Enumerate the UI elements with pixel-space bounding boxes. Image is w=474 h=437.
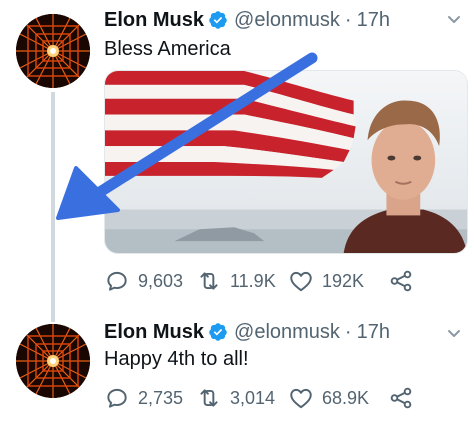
heart-icon [288,385,314,411]
heart-icon [288,268,314,294]
timestamp[interactable]: 17h [357,9,390,32]
author-name[interactable]: Elon Musk [104,9,204,32]
photo [105,71,467,253]
retweet-icon [196,385,222,411]
avatar[interactable] [16,14,90,88]
avatar-image [16,324,90,398]
like-button[interactable]: 68.9K [288,385,388,411]
tweet[interactable]: Elon Musk @elonmusk · 17h Bless America [0,0,474,322]
tweet-actions: 2,735 3,014 68.9K [104,382,444,414]
chevron-down-icon[interactable] [446,10,462,30]
tweet-text: Bless America [104,38,231,60]
verified-badge-icon [208,322,228,342]
like-count: 68.9K [322,387,370,408]
avatar[interactable] [16,324,90,398]
tweet-header: Elon Musk @elonmusk · 17h [104,318,390,346]
chevron-down-icon[interactable] [446,324,462,344]
like-button[interactable]: 192K [288,268,388,294]
share-icon [388,385,414,411]
author-handle[interactable]: @elonmusk [234,321,340,344]
share-button[interactable] [388,268,418,294]
avatar-image [16,14,90,88]
share-icon [388,268,414,294]
separator-dot: · [344,320,352,343]
retweet-count: 3,014 [230,387,276,408]
reply-button[interactable]: 9,603 [104,268,196,294]
separator-dot: · [344,8,352,31]
retweet-button[interactable]: 11.9K [196,268,288,294]
reply-count: 9,603 [138,270,184,291]
verified-badge-icon [208,10,228,30]
tweet-actions: 9,603 11.9K 192K [104,265,444,297]
tweet[interactable]: Elon Musk @elonmusk · 17h Happy 4th to a… [0,318,474,437]
retweet-icon [196,268,222,294]
author-name[interactable]: Elon Musk [104,321,204,344]
reply-icon [104,268,130,294]
tweet-text: Happy 4th to all! [104,348,249,370]
reply-icon [104,385,130,411]
tweet-header: Elon Musk @elonmusk · 17h [104,6,390,34]
reply-button[interactable]: 2,735 [104,385,196,411]
retweet-button[interactable]: 3,014 [196,385,288,411]
thread-line [51,92,55,322]
author-handle[interactable]: @elonmusk [234,9,340,32]
timestamp[interactable]: 17h [357,321,390,344]
tweet-media-image[interactable] [104,70,468,254]
like-count: 192K [322,270,365,291]
retweet-count: 11.9K [230,270,276,291]
share-button[interactable] [388,385,418,411]
reply-count: 2,735 [138,387,184,408]
